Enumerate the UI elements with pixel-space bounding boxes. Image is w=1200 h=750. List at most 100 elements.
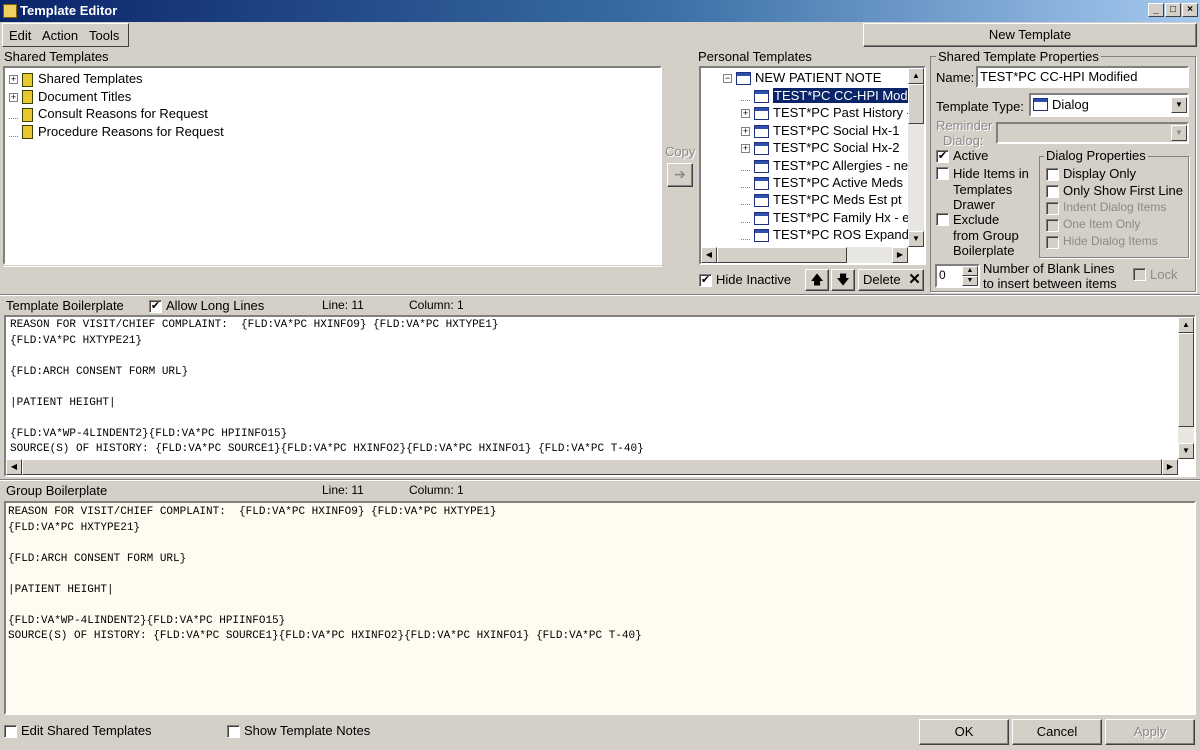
boilerplate-line-indicator: Line: 11 [322,298,364,312]
expand-plus-icon[interactable]: + [9,75,18,85]
scroll-down-icon[interactable]: ▼ [908,231,924,247]
chevron-down-icon[interactable]: ▼ [1171,97,1187,113]
boilerplate-hscrollbar[interactable]: ◀ ▶ [6,459,1178,475]
expand-plus-icon[interactable]: + [741,144,750,154]
personal-tree-item[interactable]: TEST*PC Allergies - ne [741,157,908,174]
shared-tree-item-label: Procedure Reasons for Request [38,123,224,139]
edit-shared-label: Edit Shared Templates [21,723,152,738]
personal-tree-item[interactable]: TEST*PC Family Hx - e [741,209,910,226]
personal-templates-label: Personal Templates [698,49,812,64]
bp-scroll-up-icon[interactable]: ▲ [1178,317,1194,333]
scroll-right-icon[interactable]: ▶ [892,247,908,263]
shared-tree-item[interactable]: + Document Titles [9,88,131,105]
menu-edit[interactable]: Edit [9,28,31,43]
scroll-left-icon[interactable]: ◀ [701,247,717,263]
personal-tree-item[interactable]: + TEST*PC Social Hx-1 [741,122,899,139]
edit-shared-checkbox[interactable] [4,725,17,738]
display-only-checkbox[interactable] [1046,168,1059,181]
shared-tree-item[interactable]: Consult Reasons for Request [9,105,208,122]
bp-scroll-left-icon[interactable]: ◀ [6,459,22,475]
code-line: {FLD:ARCH CONSENT FORM URL} [10,365,189,378]
move-up-button[interactable]: 🡅 [805,269,829,291]
hscroll-thumb[interactable] [717,247,847,263]
tree-connector [741,196,750,206]
shared-status-strip [3,266,662,290]
template-type-value: Dialog [1052,97,1089,112]
bp-hscroll-thumb[interactable] [22,459,1162,475]
exclude-label-2: from Group [953,228,1019,243]
reminder-chevron-down-icon[interactable]: ▼ [1171,125,1187,141]
hide-items-checkbox[interactable] [936,167,949,180]
name-input[interactable]: TEST*PC CC-HPI Modified [976,66,1189,88]
move-down-button[interactable]: 🡇 [831,269,855,291]
splitter-2[interactable] [0,479,1200,481]
first-line-checkbox[interactable] [1046,185,1059,198]
exclude-checkbox[interactable] [936,213,949,226]
bp-scroll-thumb[interactable] [1178,333,1194,427]
personal-tree-item[interactable]: TEST*PC ROS Expand [741,226,909,243]
expand-plus-icon[interactable]: + [741,109,750,119]
code-line: {FLD:VA*PC HXTYPE21} [10,334,143,347]
hide-dialog-checkbox[interactable] [1046,236,1059,249]
menu-tools[interactable]: Tools [89,28,119,43]
close-icon[interactable]: × [1182,3,1198,17]
window-title: Template Editor [20,3,118,18]
reminder-dialog-select[interactable]: ▼ [996,122,1189,144]
exclude-label-1: Exclude [953,212,1000,227]
personal-tree-item[interactable]: TEST*PC Meds Est pt [741,191,902,208]
expand-plus-icon[interactable]: + [741,126,750,136]
personal-templates-tree[interactable]: − NEW PATIENT NOTE TEST*PC CC-HPI Modi + TES… [699,66,926,265]
group-boilerplate-viewer[interactable]: REASON FOR VISIT/CHIEF COMPLAINT: {FLD:V… [4,501,1196,715]
maximize-icon[interactable]: □ [1165,3,1181,17]
template-boilerplate-editor[interactable]: REASON FOR VISIT/CHIEF COMPLAINT: {FLD:V… [4,315,1196,477]
menu-action[interactable]: Action [42,28,78,43]
show-notes-checkbox[interactable] [227,725,240,738]
spin-up-icon[interactable]: ▲ [962,266,978,276]
app-icon [3,4,17,18]
hide-inactive-checkbox[interactable]: ✔ [699,274,712,287]
code-line: |PATIENT HEIGHT| [8,583,114,596]
minimize-icon[interactable]: _ [1148,3,1164,17]
tree-connector [741,162,750,171]
reminder-label-2: Dialog: [943,133,984,148]
one-item-checkbox[interactable] [1046,219,1059,232]
bp-scroll-right-icon[interactable]: ▶ [1162,459,1178,475]
blank-lines-spinner[interactable]: 0 ▲ ▼ [935,264,980,288]
personal-tree-root[interactable]: − NEW PATIENT NOTE [723,69,881,86]
personal-tree-item[interactable]: + TEST*PC Social Hx-2 [741,139,899,156]
new-template-button[interactable]: New Template [863,23,1197,47]
personal-tree-item-selected[interactable]: TEST*PC CC-HPI Modi [741,87,913,104]
personal-vscrollbar[interactable]: ▲ ▼ [908,68,924,247]
personal-tree-item[interactable]: TEST*PC Active Meds [741,174,903,191]
boilerplate-vscrollbar[interactable]: ▲ ▼ [1178,317,1194,459]
scroll-up-icon[interactable]: ▲ [908,68,924,84]
allow-long-lines-checkbox[interactable]: ✔ [149,300,162,313]
template-type-select[interactable]: Dialog ▼ [1029,93,1189,117]
indent-checkbox[interactable] [1046,202,1059,215]
cancel-button[interactable]: Cancel [1012,719,1102,745]
title-bar[interactable]: Template Editor [0,0,1200,22]
lock-checkbox[interactable] [1133,268,1146,281]
spin-down-icon[interactable]: ▼ [962,276,978,286]
personal-tree-item-label: TEST*PC Active Meds [773,175,904,190]
apply-button[interactable]: Apply [1105,719,1195,745]
personal-tree-item-label: TEST*PC Social Hx-1 [773,122,900,138]
shared-tree-item[interactable]: + Shared Templates [9,70,143,87]
group-boilerplate-label: Group Boilerplate [6,483,108,498]
menu-bar: Edit Action Tools [2,23,129,47]
expand-plus-icon[interactable]: + [9,92,18,102]
personal-hscrollbar[interactable]: ◀ ▶ [701,247,908,263]
one-item-label: One Item Only [1063,217,1141,231]
copy-arrow-button[interactable]: ➔ [667,163,693,187]
delete-button[interactable]: Delete ✕ [858,269,924,291]
collapse-minus-icon[interactable]: − [723,74,732,84]
bp-scroll-down-icon[interactable]: ▼ [1178,443,1194,459]
personal-tree-item[interactable]: + TEST*PC Past History - [741,104,911,121]
active-checkbox[interactable]: ✔ [936,150,949,163]
shared-templates-tree[interactable]: + Shared Templates + Document Titles Consult… [3,66,662,265]
shared-tree-item[interactable]: Procedure Reasons for Request [9,123,224,140]
splitter-1[interactable] [0,294,1200,296]
shared-tree-item-label: Document Titles [38,88,132,104]
scroll-thumb[interactable] [908,84,924,124]
ok-button[interactable]: OK [919,719,1009,745]
